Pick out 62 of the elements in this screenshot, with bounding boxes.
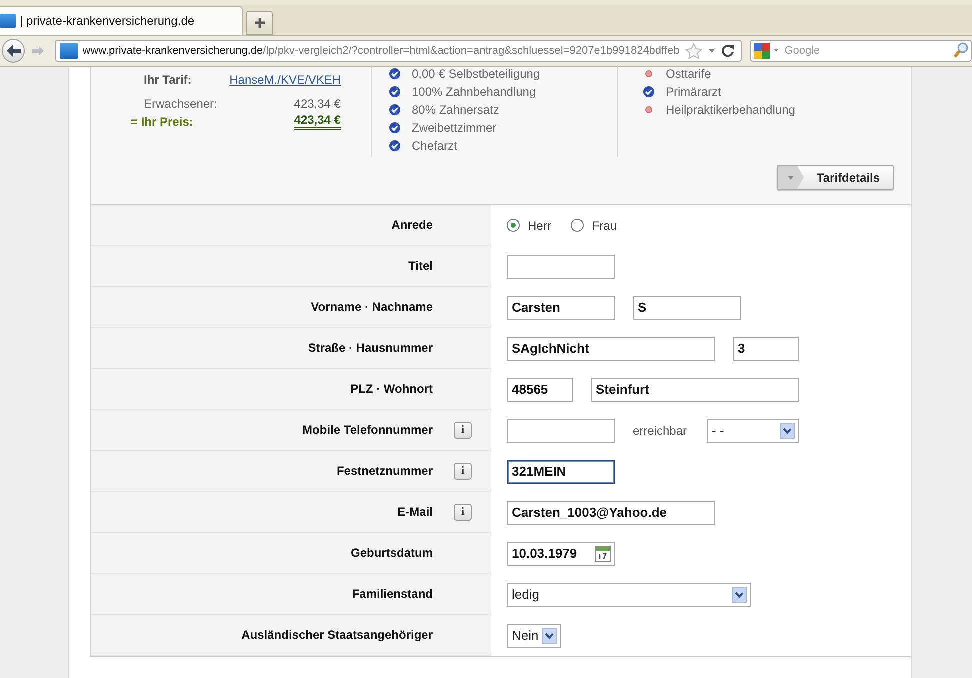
site-logo-icon	[60, 43, 78, 59]
new-tab-button[interactable]	[246, 11, 273, 35]
caret-icon[interactable]	[708, 48, 716, 54]
text-input[interactable]: Carsten	[507, 296, 615, 320]
date-input[interactable]: 10.03.1979	[507, 542, 615, 566]
back-arrow-icon	[6, 44, 22, 58]
feature-text: 100% Zahnbehandlung	[412, 85, 536, 99]
reload-icon[interactable]	[720, 44, 735, 58]
field-label: Straße · Hausnummer	[308, 341, 433, 355]
calendar-icon[interactable]	[595, 546, 611, 562]
plus-icon	[254, 17, 266, 29]
text-input[interactable]: Carsten_1003@Yahoo.de	[507, 500, 715, 524]
back-button[interactable]	[2, 39, 26, 63]
feature-text: Osttarife	[666, 67, 712, 81]
select-dropdown[interactable]: Nein	[507, 624, 561, 648]
tariff-label: Ihr Tarif:	[143, 73, 192, 87]
field-label: Ausländischer Staatsangehöriger	[242, 628, 433, 642]
address-bar[interactable]: www.private-krankenversicherung.de/lp/pkv-vergleich2/?controller=html&action=antrag&schluessel=9207e1b991824bdffeb	[54, 40, 742, 62]
text-input[interactable]: SAgIchNicht	[507, 336, 715, 360]
info-button[interactable]: i	[454, 422, 472, 438]
field-label: Titel	[408, 259, 433, 273]
feature-text: Primärarzt	[666, 85, 722, 99]
total-price: 423,34 €	[294, 114, 341, 130]
select-dropdown[interactable]: - -	[707, 418, 800, 442]
field-label: E-Mail	[398, 505, 433, 519]
field-label: Familienstand	[352, 587, 433, 601]
site-logo-icon	[0, 14, 16, 28]
field-label: Geburtsdatum	[350, 546, 433, 560]
text-input[interactable]: Steinfurt	[591, 378, 799, 402]
caret-icon	[787, 174, 795, 180]
text-input[interactable]	[507, 418, 615, 442]
radio-option[interactable]: Frau	[571, 218, 618, 232]
text-input[interactable]: 3	[733, 336, 799, 360]
star-icon[interactable]	[684, 43, 703, 59]
info-button[interactable]: i	[454, 504, 472, 520]
field-label: Vorname · Nachname	[311, 300, 433, 314]
feature-text: Heilpraktikerbehandlung	[666, 103, 796, 117]
feature-text: Chefarzt	[412, 139, 458, 153]
info-button[interactable]: i	[454, 462, 472, 480]
browser-tab[interactable]: | private-krankenversicherung.de	[0, 6, 243, 35]
adult-price: 423,34 €	[294, 97, 341, 111]
search-icon[interactable]	[953, 42, 969, 60]
field-label: Festnetznummer	[336, 464, 433, 478]
text-input[interactable]: 48565	[507, 378, 573, 402]
radio-option[interactable]: Herr	[507, 218, 552, 232]
feature-text: 80% Zahnersatz	[412, 103, 500, 117]
text-input[interactable]	[507, 254, 615, 278]
tariff-details-button[interactable]: Tarifdetails	[777, 165, 894, 190]
price-label: = Ihr Preis:	[131, 115, 194, 129]
text-input[interactable]: 321MEIN	[507, 460, 615, 484]
search-engine-icon[interactable]	[752, 42, 781, 60]
select-dropdown[interactable]: ledig	[507, 582, 751, 606]
field-label: Anrede	[392, 218, 433, 232]
field-label: Mobile Telefonnummer	[302, 423, 433, 437]
reachable-label: erreichbar	[633, 424, 688, 438]
field-label: PLZ · Wohnort	[350, 382, 433, 396]
adult-label: Erwachsener:	[143, 97, 218, 111]
search-field[interactable]: Google	[750, 40, 972, 62]
tariff-link[interactable]: HanseM./KVE/VKEH	[230, 73, 341, 87]
feature-text: 0,00 € Selbstbeteiligung	[412, 67, 540, 81]
text-input[interactable]: S	[633, 296, 741, 320]
feature-text: Zweibettzimmer	[412, 121, 497, 135]
